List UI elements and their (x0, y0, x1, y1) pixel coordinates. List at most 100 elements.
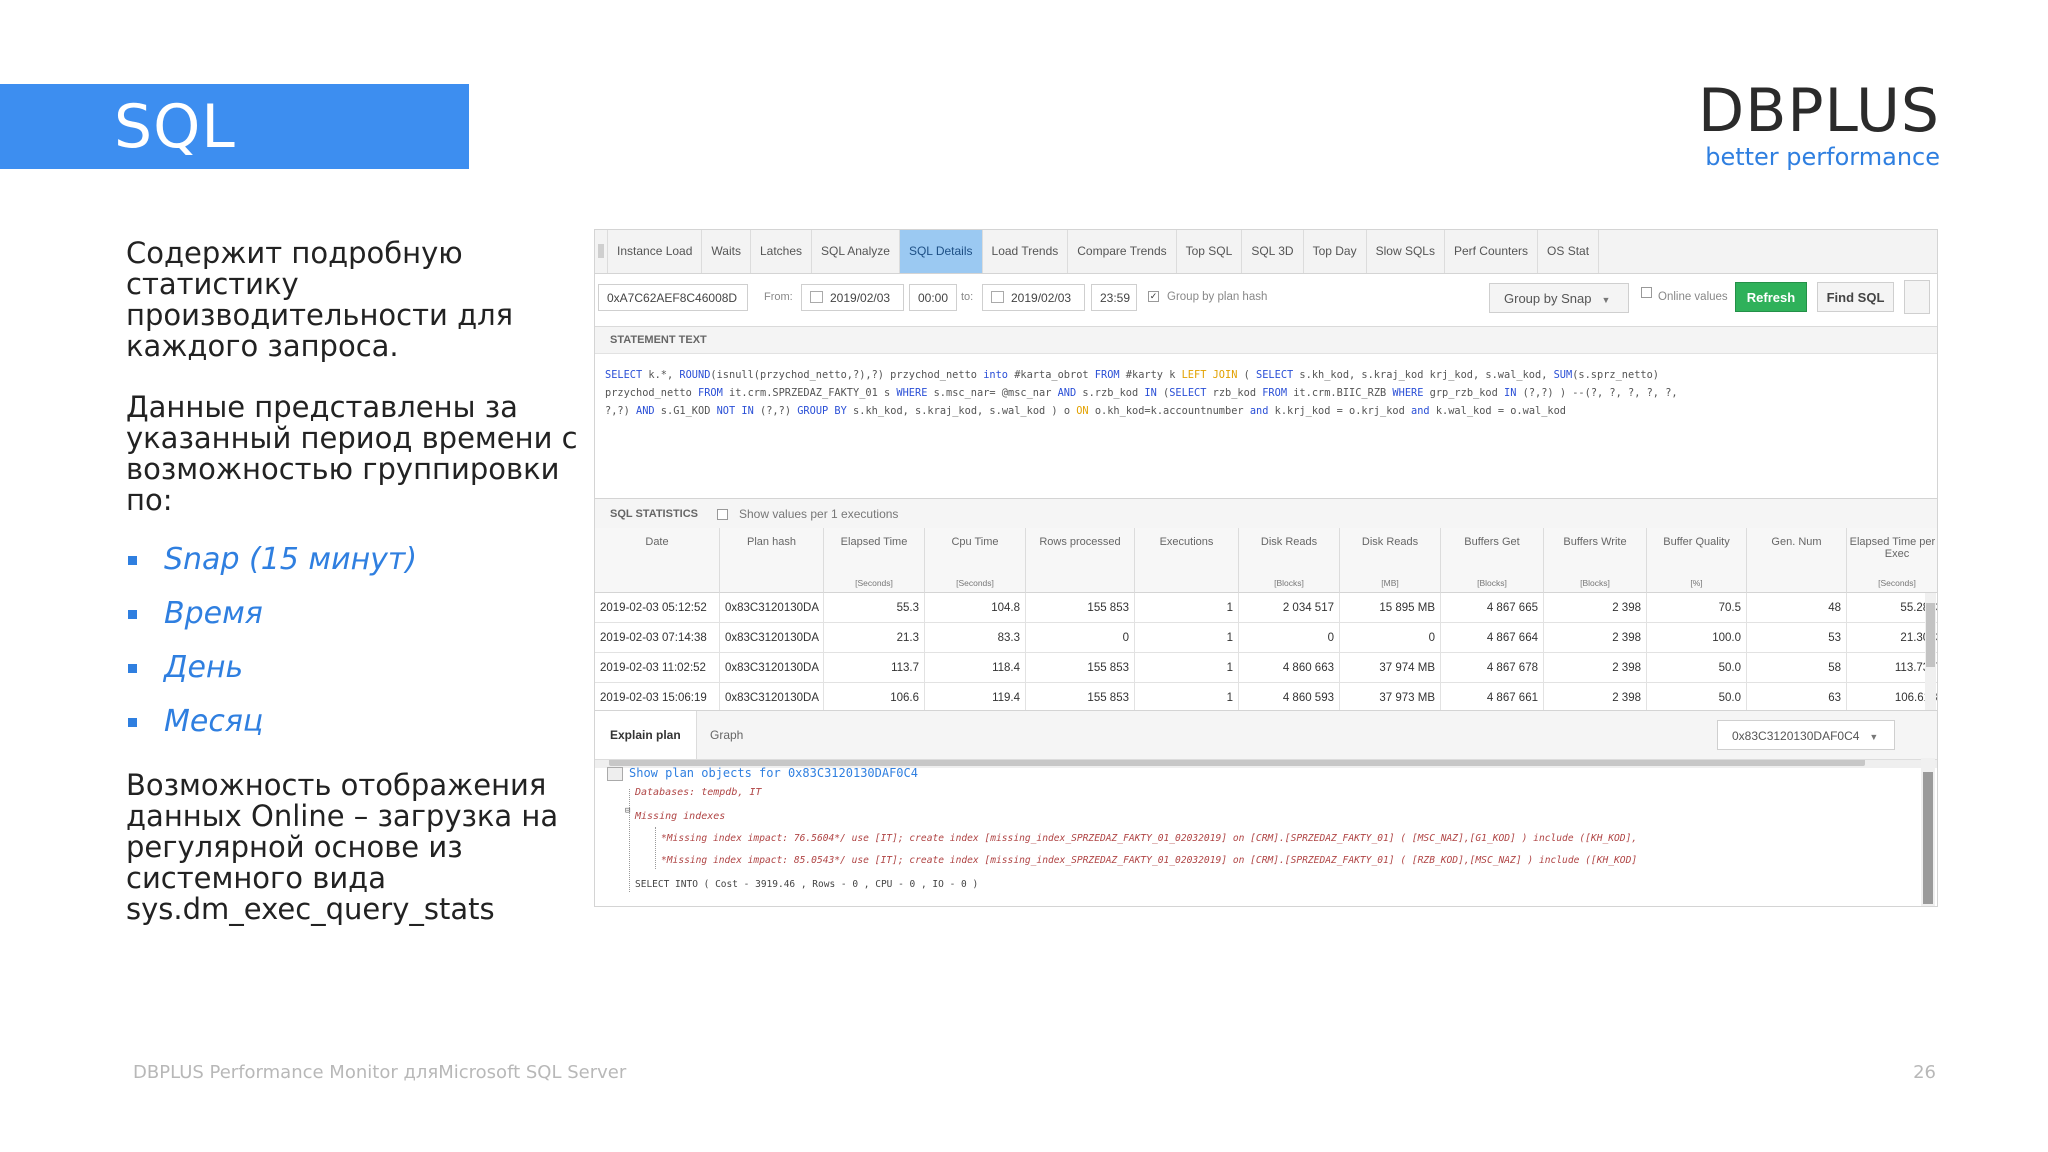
grouping-option-label: День (164, 650, 244, 685)
table-cell[interactable]: 4 867 678 (1441, 653, 1544, 683)
page-number: 26 (1913, 1062, 1936, 1083)
tab-latches[interactable]: Latches (751, 230, 812, 273)
plan-vertical-scroll-thumb[interactable] (1923, 772, 1933, 904)
table-cell[interactable]: 113.7 (824, 653, 925, 683)
table-cell[interactable]: 4 860 593 (1239, 683, 1340, 713)
column-header[interactable]: Plan hash (720, 528, 824, 593)
tab-top-day[interactable]: Top Day (1304, 230, 1367, 273)
show-per-exec-checkbox[interactable] (717, 509, 728, 520)
tab-instance-load[interactable]: Instance Load (608, 230, 703, 273)
table-cell[interactable]: 37 973 MB (1340, 683, 1441, 713)
to-date-input[interactable]: 2019/02/03 (982, 284, 1085, 311)
table-cell[interactable]: 0 (1340, 623, 1441, 653)
table-cell[interactable]: 100.0 (1647, 623, 1747, 653)
column-header[interactable]: Cpu Time [Seconds] (925, 528, 1026, 593)
table-cell[interactable]: 155 853 (1026, 653, 1135, 683)
plan-vertical-scrollbar[interactable] (1921, 758, 1935, 906)
from-time-input[interactable]: 00:00 (909, 284, 957, 311)
tab-top-sql[interactable]: Top SQL (1177, 230, 1243, 273)
table-cell[interactable]: 155 853 (1026, 683, 1135, 713)
table-cell[interactable]: 15 895 MB (1340, 593, 1441, 623)
column-header[interactable]: Disk Reads [MB] (1340, 528, 1441, 593)
column-header[interactable]: Buffer Quality [%] (1647, 528, 1747, 593)
table-cell[interactable]: 1 (1135, 623, 1239, 653)
table-cell[interactable]: 50.0 (1647, 683, 1747, 713)
tab-sql-details[interactable]: SQL Details (899, 230, 983, 273)
table-cell[interactable]: 48 (1747, 593, 1847, 623)
grouping-option: День (126, 648, 586, 702)
table-cell[interactable]: 2 034 517 (1239, 593, 1340, 623)
column-header[interactable]: Elapsed Time per 1 Exec [Seconds] (1847, 528, 1937, 593)
sql-id-input[interactable]: 0xA7C62AEF8C46008D (598, 284, 748, 311)
table-cell[interactable]: 2 398 (1544, 683, 1647, 713)
tab-load-trends[interactable]: Load Trends (983, 230, 1069, 273)
table-cell[interactable]: 70.5 (1647, 593, 1747, 623)
table-cell[interactable]: 2019-02-03 07:14:38 (595, 623, 720, 653)
refresh-button[interactable]: Refresh (1735, 282, 1807, 312)
table-cell[interactable]: 0x83C3120130DA (720, 593, 824, 623)
tab-waits[interactable]: Waits (702, 230, 751, 273)
table-cell[interactable]: 50.0 (1647, 653, 1747, 683)
tab-compare-trends[interactable]: Compare Trends (1068, 230, 1177, 273)
tab-explain-plan[interactable]: Explain plan (595, 711, 697, 759)
table-cell[interactable]: 104.8 (925, 593, 1026, 623)
table-cell[interactable]: 58 (1747, 653, 1847, 683)
plan-hash-select[interactable]: 0x83C3120130DAF0C4 ▼ (1717, 720, 1895, 750)
group-by-plan-hash-checkbox[interactable]: ✓ (1148, 291, 1159, 302)
column-header[interactable]: Gen. Num (1747, 528, 1847, 593)
table-cell[interactable]: 2019-02-03 11:02:52 (595, 653, 720, 683)
to-time-input[interactable]: 23:59 (1091, 284, 1137, 311)
from-date-input[interactable]: 2019/02/03 (801, 284, 904, 311)
table-cell[interactable]: 2 398 (1544, 593, 1647, 623)
table-cell[interactable]: 1 (1135, 593, 1239, 623)
column-header[interactable]: Buffers Get [Blocks] (1441, 528, 1544, 593)
table-cell[interactable]: 2 398 (1544, 653, 1647, 683)
tab-sql-3d[interactable]: SQL 3D (1242, 230, 1304, 273)
find-sql-button[interactable]: Find SQL (1817, 282, 1894, 312)
tab-os-stat[interactable]: OS Stat (1538, 230, 1600, 273)
tab-sql-analyze[interactable]: SQL Analyze (812, 230, 900, 273)
table-cell[interactable]: 4 867 665 (1441, 593, 1544, 623)
table-cell[interactable]: 83.3 (925, 623, 1026, 653)
plan-objects-icon[interactable] (607, 767, 623, 781)
column-header[interactable]: Rows processed (1026, 528, 1135, 593)
table-cell[interactable]: 119.4 (925, 683, 1026, 713)
table-cell[interactable]: 21.3 (824, 623, 925, 653)
column-header[interactable]: Disk Reads [Blocks] (1239, 528, 1340, 593)
table-cell[interactable]: 0x83C3120130DA (720, 683, 824, 713)
tab-graph[interactable]: Graph (695, 711, 758, 759)
table-cell[interactable]: 1 (1135, 653, 1239, 683)
table-cell[interactable]: 0 (1239, 623, 1340, 653)
table-cell[interactable]: 55.3 (824, 593, 925, 623)
tab-perf-counters[interactable]: Perf Counters (1445, 230, 1539, 273)
plan-objects-link[interactable]: Show plan objects for 0x83C3120130DAF0C4 (629, 766, 918, 780)
table-cell[interactable]: 1 (1135, 683, 1239, 713)
column-header[interactable]: Buffers Write [Blocks] (1544, 528, 1647, 593)
table-cell[interactable]: 37 974 MB (1340, 653, 1441, 683)
toolbar-menu-button[interactable] (1904, 280, 1930, 314)
table-cell[interactable]: 2019-02-03 05:12:52 (595, 593, 720, 623)
from-date-value: 2019/02/03 (830, 291, 891, 305)
table-cell[interactable]: 0x83C3120130DA (720, 623, 824, 653)
grid-vertical-scroll-thumb[interactable] (1926, 603, 1935, 667)
table-cell[interactable]: 4 867 661 (1441, 683, 1544, 713)
table-cell[interactable]: 118.4 (925, 653, 1026, 683)
table-cell[interactable]: 0 (1026, 623, 1135, 653)
table-cell[interactable]: 53 (1747, 623, 1847, 653)
online-values-checkbox[interactable] (1641, 287, 1652, 298)
table-cell[interactable]: 4 867 664 (1441, 623, 1544, 653)
column-header[interactable]: Date (595, 528, 720, 593)
table-cell[interactable]: 63 (1747, 683, 1847, 713)
table-cell[interactable]: 0x83C3120130DA (720, 653, 824, 683)
tab-slow-sqls[interactable]: Slow SQLs (1367, 230, 1445, 273)
table-cell[interactable]: 2019-02-03 15:06:19 (595, 683, 720, 713)
table-cell[interactable]: 2 398 (1544, 623, 1647, 653)
table-cell[interactable]: 106.6 (824, 683, 925, 713)
collapse-icon[interactable]: ⊟ (625, 806, 630, 816)
column-header[interactable]: Elapsed Time [Seconds] (824, 528, 925, 593)
table-cell[interactable]: 4 860 663 (1239, 653, 1340, 683)
group-by-select[interactable]: Group by Snap ▼ (1489, 283, 1629, 313)
table-cell[interactable]: 155 853 (1026, 593, 1135, 623)
column-header[interactable]: Executions (1135, 528, 1239, 593)
tab-bar-handle[interactable] (595, 230, 608, 273)
